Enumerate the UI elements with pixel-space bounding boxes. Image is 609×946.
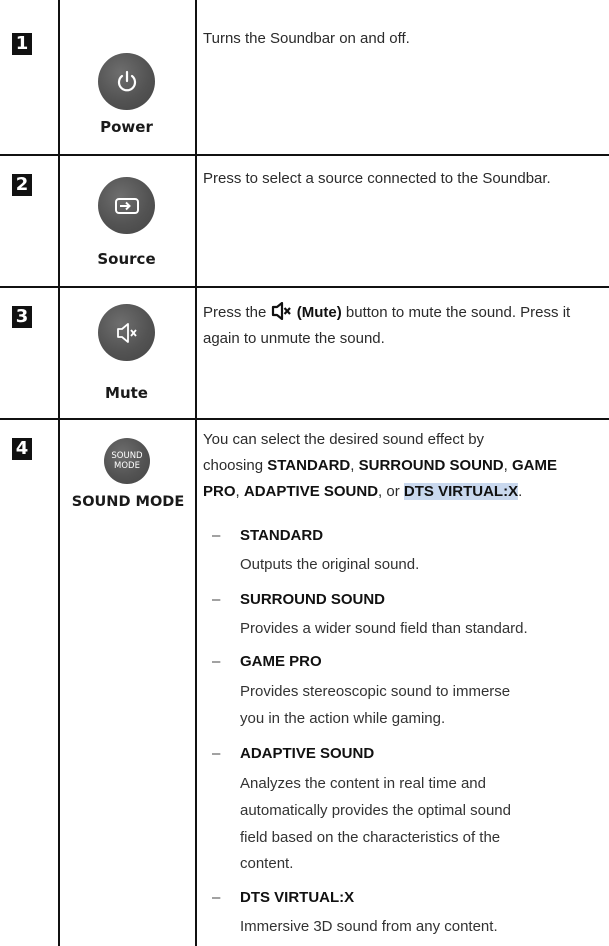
description-line: You can select the desired sound effect … (203, 431, 485, 448)
option-title: DTS VIRTUAL:X (240, 889, 355, 906)
option-description: Provides stereoscopic sound to immerse (240, 683, 511, 700)
table-border-left (58, 0, 60, 946)
option-description: field based on the characteristics of th… (240, 829, 501, 846)
button-label: SOUND MODE (71, 494, 185, 510)
description-text: Press the (203, 304, 267, 321)
option-description: content. (240, 855, 294, 872)
option-description: you in the action while gaming. (240, 710, 446, 727)
sound-mode-icon: SOUND MODE (111, 451, 142, 471)
list-dash: – (212, 745, 221, 762)
row-divider-3 (0, 418, 609, 420)
source-button[interactable] (98, 177, 155, 234)
row-number: 2 (12, 174, 32, 196)
row-divider-1 (0, 154, 609, 156)
sound-mode-icon-text: MODE (114, 461, 140, 471)
row-number: 1 (12, 33, 32, 55)
option-description: Immersive 3D sound from any content. (240, 918, 498, 935)
option-description: Analyzes the content in real time and (240, 775, 486, 792)
description-text: choosing (203, 457, 264, 474)
row-description: Press to select a source connected to th… (203, 170, 551, 187)
list-dash: – (212, 653, 221, 670)
mode-name: SURROUND SOUND (358, 457, 504, 474)
row-description: You can select the desired sound effect … (203, 427, 605, 505)
sound-mode-button[interactable]: SOUND MODE (104, 438, 150, 484)
description-text: or (386, 483, 400, 500)
option-title: ADAPTIVE SOUND (240, 745, 375, 762)
mode-name: DTS VIRTUAL:X (403, 483, 519, 500)
button-label: Mute (105, 384, 148, 402)
option-description: Provides a wider sound field than standa… (240, 620, 528, 637)
sound-mode-icon-text: SOUND (111, 451, 143, 461)
list-dash: – (212, 527, 221, 544)
row-description: Turns the Soundbar on and off. (203, 30, 410, 47)
row-description: Press the (Mute) button to mute the soun… (203, 300, 605, 352)
mute-icon (116, 322, 137, 343)
option-title: GAME PRO (240, 653, 322, 670)
mute-button[interactable] (98, 304, 155, 361)
option-title: STANDARD (240, 527, 324, 544)
description-line: choosing STANDARD, SURROUND SOUND, GAME (203, 457, 557, 474)
mute-icon (271, 301, 291, 321)
mode-name: GAME (511, 457, 557, 474)
row-number: 3 (12, 306, 32, 328)
source-icon (114, 197, 139, 214)
option-title: SURROUND SOUND (240, 591, 386, 608)
button-label: Power (100, 118, 153, 136)
list-dash: – (212, 591, 221, 608)
mode-name: STANDARD (267, 457, 351, 474)
list-dash: – (212, 889, 221, 906)
power-button[interactable] (98, 53, 155, 110)
row-divider-2 (0, 286, 609, 288)
table-border-middle (195, 0, 197, 946)
button-label: Source (97, 250, 156, 268)
mode-name: ADAPTIVE SOUND (243, 483, 379, 500)
mode-name: PRO (203, 483, 236, 500)
description-bold: (Mute) (296, 304, 342, 321)
row-number: 4 (12, 438, 32, 460)
description-line: PRO, ADAPTIVE SOUND, or DTS VIRTUAL:X. (203, 483, 523, 500)
power-icon (117, 70, 136, 91)
option-description: Outputs the original sound. (240, 556, 420, 573)
option-description: automatically provides the optimal sound (240, 802, 511, 819)
